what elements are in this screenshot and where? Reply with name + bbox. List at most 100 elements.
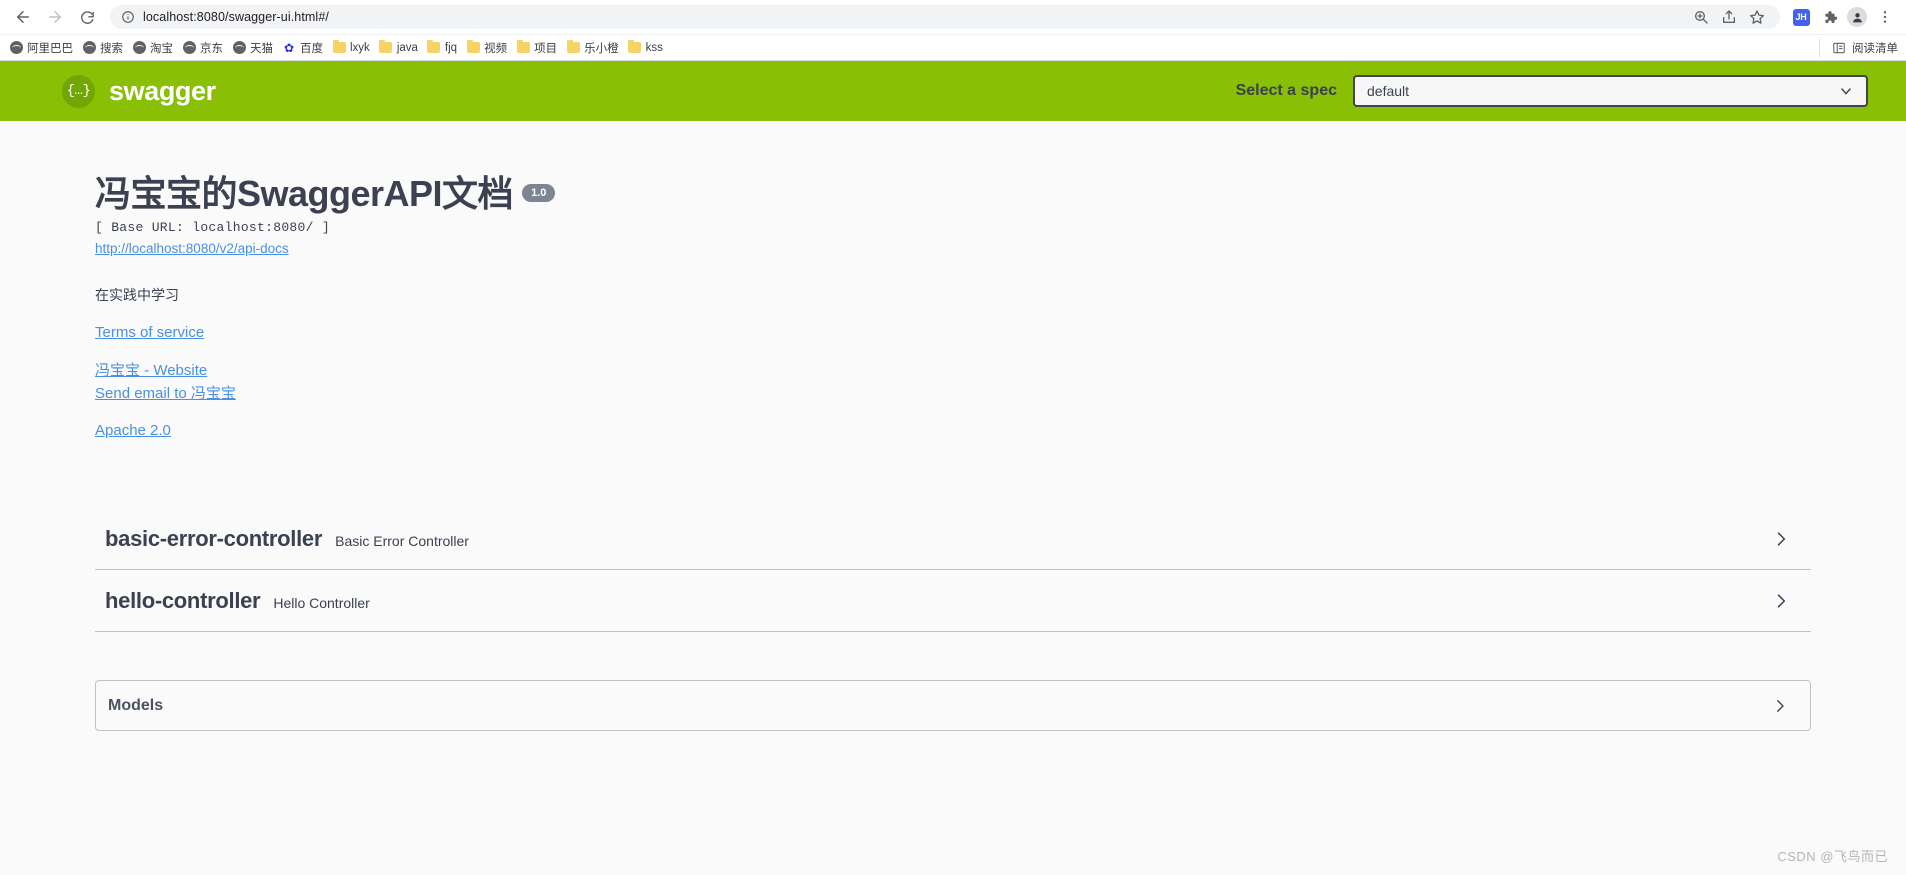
content-container: 冯宝宝的SwaggerAPI文档 1.0 [ Base URL: localho…	[33, 121, 1873, 732]
select-a-spec-label: Select a spec	[1235, 82, 1337, 99]
bookmark-item[interactable]: kss	[625, 39, 669, 57]
swagger-ui-page: {…} swagger Select a spec default 冯宝宝的Sw…	[0, 61, 1906, 875]
info-circle-icon[interactable]	[120, 10, 135, 25]
bookmark-label: 百度	[300, 42, 323, 55]
bookmark-label: 视频	[484, 42, 508, 55]
bookmark-item[interactable]: java	[376, 39, 424, 57]
reload-icon[interactable]	[72, 2, 102, 32]
globe-icon	[232, 41, 246, 55]
bookmark-label: 淘宝	[150, 42, 173, 55]
csdn-watermark: CSDN @飞鸟而已	[1777, 849, 1888, 864]
bookmark-label: 阿里巴巴	[27, 42, 73, 55]
chevron-right-icon[interactable]	[1771, 529, 1791, 549]
folder-icon	[427, 40, 441, 55]
swagger-topbar: {…} swagger Select a spec default	[0, 61, 1906, 121]
forward-arrow-icon[interactable]	[40, 2, 70, 32]
globe-icon	[9, 41, 23, 55]
api-info-block: 冯宝宝的SwaggerAPI文档 1.0 [ Base URL: localho…	[95, 121, 1811, 442]
base-url-text: [ Base URL: localhost:8080/ ]	[95, 220, 330, 236]
contact-website-link[interactable]: 冯宝宝 - Website	[95, 359, 1811, 382]
extension-badge-label: JH	[1792, 8, 1810, 26]
bookmark-star-icon[interactable]	[1744, 4, 1770, 30]
chevron-down-icon	[1838, 83, 1854, 99]
version-badge: 1.0	[522, 184, 556, 203]
folder-icon	[379, 40, 393, 55]
puzzle-piece-icon[interactable]	[1816, 4, 1842, 30]
license-link[interactable]: Apache 2.0	[95, 419, 1811, 442]
bookmark-item[interactable]: ✿ 百度	[279, 38, 329, 58]
baidu-paw-icon: ✿	[283, 40, 295, 55]
back-arrow-icon[interactable]	[8, 2, 38, 32]
spec-select-dropdown[interactable]: default	[1353, 75, 1868, 107]
bookmark-label: 京东	[200, 42, 223, 55]
terms-of-service-link[interactable]: Terms of service	[95, 321, 1811, 344]
bookmark-item[interactable]: 京东	[179, 38, 229, 58]
bookmark-item[interactable]: 搜索	[79, 38, 129, 58]
omnibox-actions	[1680, 4, 1770, 30]
spec-selected-value: default	[1367, 83, 1410, 99]
address-bar[interactable]: localhost:8080/swagger-ui.html#/	[110, 5, 1780, 29]
opblock-tag-basic-error-controller[interactable]: basic-error-controller Basic Error Contro…	[95, 508, 1811, 571]
tag-name: basic-error-controller	[105, 525, 323, 551]
api-docs-link[interactable]: http://localhost:8080/v2/api-docs	[95, 241, 289, 256]
chevron-right-icon[interactable]	[1770, 696, 1790, 716]
reading-list-icon	[1832, 41, 1846, 55]
contact-links: 冯宝宝 - Website Send email to 冯宝宝	[95, 359, 1811, 406]
license-row: Apache 2.0	[95, 419, 1811, 442]
api-description: 在实践中学习	[95, 287, 179, 304]
bookmark-label: 项目	[534, 42, 558, 55]
bookmark-label: lxyk	[350, 41, 370, 54]
share-icon[interactable]	[1716, 4, 1742, 30]
browser-chrome: localhost:8080/swagger-ui.html#/ JH 阿里巴巴…	[0, 0, 1906, 61]
bookmark-item[interactable]: 阿里巴巴	[6, 38, 79, 58]
profile-avatar-icon[interactable]	[1844, 4, 1870, 30]
bookmark-label: 乐小橙	[584, 42, 619, 55]
bookmark-label: kss	[645, 41, 663, 54]
address-bar-url: localhost:8080/swagger-ui.html#/	[143, 10, 329, 24]
extension-jh-badge[interactable]: JH	[1788, 4, 1814, 30]
globe-icon	[132, 41, 146, 55]
api-title-row: 冯宝宝的SwaggerAPI文档 1.0	[95, 173, 1811, 214]
bookmark-item[interactable]: 天猫	[229, 38, 279, 58]
bookmark-label: 天猫	[250, 42, 273, 55]
tag-name: hello-controller	[105, 587, 261, 613]
page-title: 冯宝宝的SwaggerAPI文档	[95, 173, 514, 214]
swagger-logo[interactable]: {…} swagger	[62, 74, 216, 108]
bookmark-label: 搜索	[100, 42, 123, 55]
bookmark-label: fjq	[444, 41, 458, 54]
bookmark-label: java	[396, 41, 418, 54]
tag-sections: basic-error-controller Basic Error Contro…	[95, 508, 1811, 633]
reading-list-button[interactable]: 阅读清单	[1819, 38, 1898, 57]
opblock-tag-hello-controller[interactable]: hello-controller Hello Controller	[95, 570, 1811, 633]
folder-icon	[516, 40, 530, 55]
folder-icon	[628, 40, 642, 55]
tag-description: Hello Controller	[273, 595, 370, 612]
bookmarks-bar: 阿里巴巴 搜索 淘宝 京东 天猫 ✿ 百度 lxyk java fjq 视频 项目 乐小橙 kss 阅读清…	[0, 34, 1906, 60]
contact-email-link[interactable]: Send email to 冯宝宝	[95, 382, 1811, 405]
swagger-braces-icon: {…}	[62, 74, 95, 108]
bookmark-list: 阿里巴巴 搜索 淘宝 京东 天猫 ✿ 百度 lxyk java fjq 视频 项目 乐小橙 kss	[6, 38, 669, 58]
chevron-right-icon[interactable]	[1771, 591, 1791, 611]
avatar	[1847, 7, 1867, 27]
swagger-brand-label: swagger	[109, 75, 216, 106]
folder-icon	[466, 40, 480, 55]
models-title: Models	[108, 696, 164, 714]
bookmark-item[interactable]: lxyk	[329, 39, 376, 57]
reading-list-label: 阅读清单	[1852, 42, 1898, 55]
globe-icon	[82, 41, 96, 55]
folder-icon	[566, 40, 580, 55]
models-section[interactable]: Models	[95, 680, 1811, 732]
three-dot-menu-icon[interactable]	[1872, 4, 1898, 30]
globe-icon	[182, 41, 196, 55]
terms-of-service-row: Terms of service	[95, 321, 1811, 344]
bookmark-item[interactable]: 项目	[513, 38, 563, 58]
bookmark-item[interactable]: 淘宝	[129, 38, 179, 58]
zoom-in-icon[interactable]	[1688, 4, 1714, 30]
bookmark-item[interactable]: fjq	[424, 39, 463, 57]
folder-icon	[332, 40, 346, 55]
swagger-content: 冯宝宝的SwaggerAPI文档 1.0 [ Base URL: localho…	[0, 121, 1906, 875]
browser-toolbar: localhost:8080/swagger-ui.html#/ JH	[0, 0, 1906, 34]
bookmark-item[interactable]: 乐小橙	[563, 38, 625, 58]
tag-description: Basic Error Controller	[335, 533, 469, 550]
bookmark-item[interactable]: 视频	[463, 38, 513, 58]
